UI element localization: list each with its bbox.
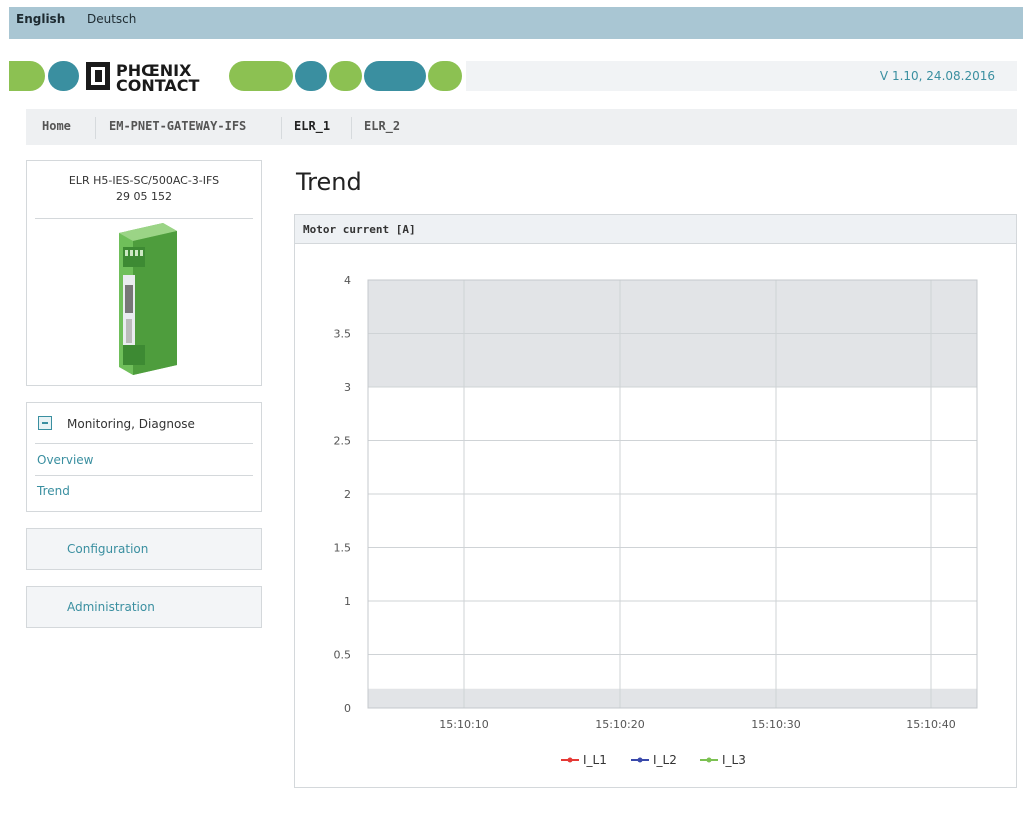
sidebar-link-overview[interactable]: Overview <box>37 453 94 467</box>
nav-elr2[interactable]: ELR_2 <box>364 119 400 133</box>
logo-pill-teal <box>295 61 327 91</box>
y-tick-label: 3.5 <box>334 328 352 341</box>
trend-panel: Motor current [A] 0 0.5 1 1.5 2 2.5 3 3.5 4 15:10… <box>294 214 1017 788</box>
x-tick-label: 15:10:20 <box>595 718 644 731</box>
logo-pill-green <box>229 61 293 91</box>
nav-separator <box>281 117 282 139</box>
svg-text:CONTACT: CONTACT <box>116 76 200 93</box>
configuration-label: Configuration <box>67 542 149 556</box>
version-strip: V 1.10, 24.08.2016 <box>466 61 1017 91</box>
language-bar: English Deutsch <box>9 7 1023 39</box>
language-deutsch-link[interactable]: Deutsch <box>87 12 136 26</box>
y-tick-label: 2 <box>344 488 351 501</box>
divider <box>35 443 253 444</box>
breadcrumb-nav: Home EM-PNET-GATEWAY-IFS ELR_1 ELR_2 <box>26 109 1017 145</box>
monitoring-section-title[interactable]: Monitoring, Diagnose <box>67 417 195 431</box>
y-tick-label: 2.5 <box>334 435 352 448</box>
motor-current-chart: 0 0.5 1 1.5 2 2.5 3 3.5 4 15:10:10 15:10:20 15:10:3… <box>334 274 978 767</box>
nav-separator <box>351 117 352 139</box>
logo-pill-teal <box>364 61 426 91</box>
nav-home[interactable]: Home <box>42 119 71 133</box>
version-label: V 1.10, 24.08.2016 <box>879 69 995 83</box>
logo-pill-green <box>329 61 362 91</box>
configuration-button[interactable]: Configuration <box>26 528 262 570</box>
x-tick-label: 15:10:40 <box>906 718 955 731</box>
legend-label-i_l3: I_L3 <box>722 753 746 767</box>
legend-marker-i_l2 <box>637 757 643 763</box>
divider <box>35 218 253 219</box>
administration-label: Administration <box>67 600 155 614</box>
nav-elr1[interactable]: ELR_1 <box>294 119 330 133</box>
product-image <box>119 223 177 375</box>
product-card: ELR H5-IES-SC/500AC-3-IFS 29 05 152 <box>26 160 262 386</box>
logo-pill-green <box>9 61 45 91</box>
y-tick-label: 1.5 <box>334 542 352 555</box>
legend-marker-i_l1 <box>567 757 573 763</box>
product-number: 29 05 152 <box>116 190 172 203</box>
logo-pill-green <box>428 61 462 91</box>
phoenix-contact-logo: PHŒNIX CONTACT <box>86 61 200 93</box>
page-title: Trend <box>296 168 362 196</box>
logo-pill-teal <box>48 61 79 91</box>
legend-label-i_l1: I_L1 <box>583 753 607 767</box>
product-info: ELR H5-IES-SC/500AC-3-IFS 29 05 152 <box>27 173 261 205</box>
language-english-link[interactable]: English <box>16 12 65 26</box>
administration-button[interactable]: Administration <box>26 586 262 628</box>
y-tick-label: 1 <box>344 595 351 608</box>
brand-header: PHŒNIX CONTACT V 1.10, 24.08.2016 <box>9 57 1017 95</box>
collapse-icon[interactable] <box>38 416 52 430</box>
legend-marker-i_l3 <box>706 757 712 763</box>
monitoring-menu: Monitoring, Diagnose Overview Trend <box>26 402 262 512</box>
y-tick-label: 3 <box>344 381 351 394</box>
product-name: ELR H5-IES-SC/500AC-3-IFS <box>68 174 220 187</box>
y-tick-label: 4 <box>344 274 351 287</box>
plot-band <box>368 688 977 708</box>
divider <box>35 475 253 476</box>
nav-separator <box>95 117 96 139</box>
y-tick-label: 0 <box>344 702 351 715</box>
x-tick-label: 15:10:30 <box>751 718 800 731</box>
y-tick-label: 0.5 <box>334 649 352 662</box>
nav-gateway[interactable]: EM-PNET-GATEWAY-IFS <box>109 119 246 133</box>
legend-label-i_l2: I_L2 <box>653 753 677 767</box>
sidebar-link-trend[interactable]: Trend <box>37 484 70 498</box>
x-tick-label: 15:10:10 <box>439 718 488 731</box>
